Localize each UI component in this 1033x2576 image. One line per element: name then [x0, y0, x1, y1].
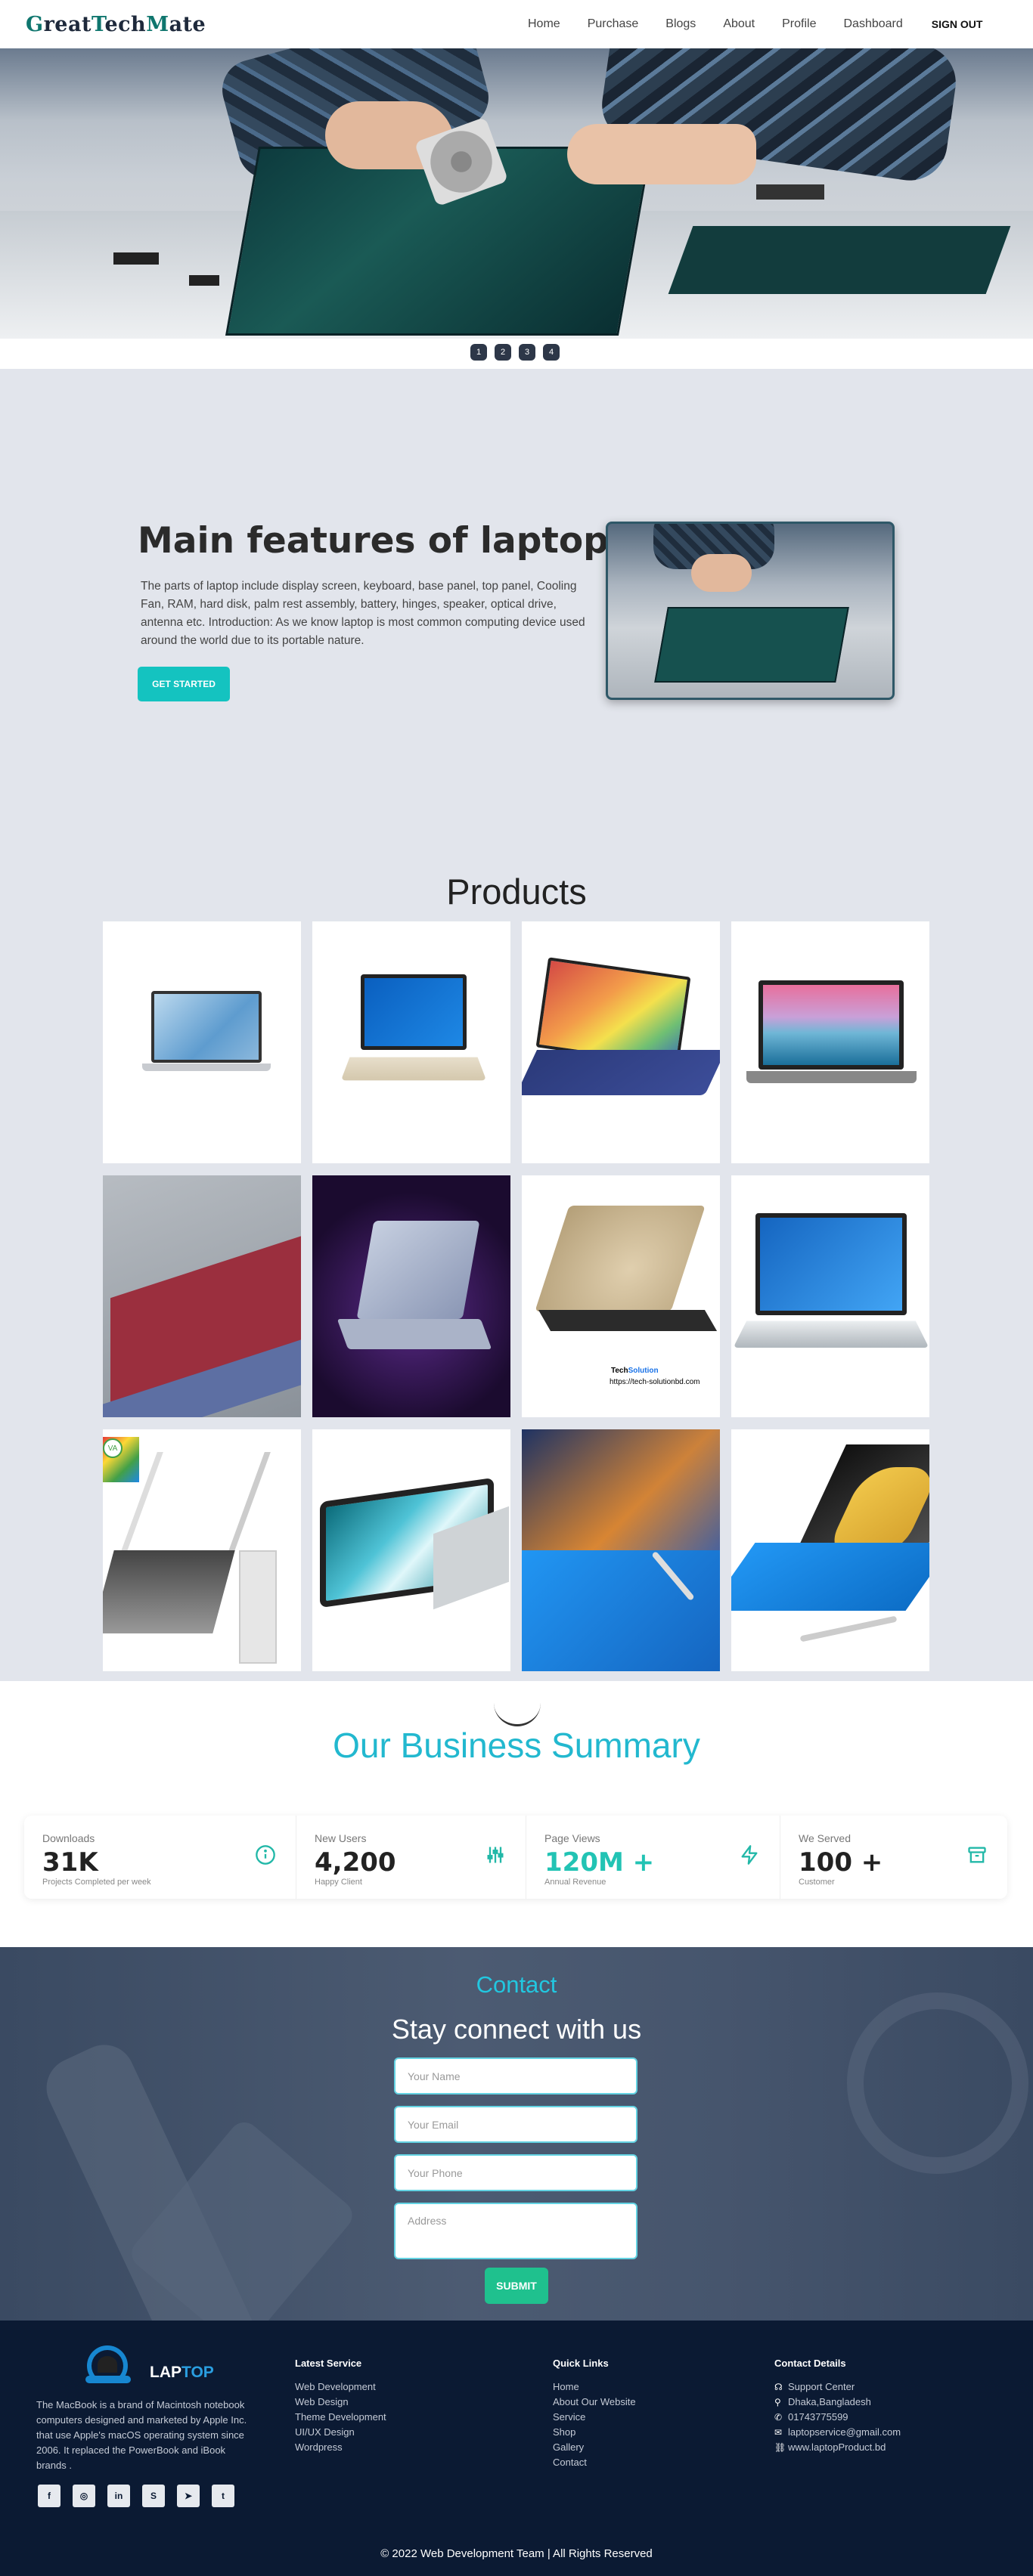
footer-service-link[interactable]: Web Design	[295, 2395, 386, 2410]
site-logo[interactable]: GreatTechMate	[26, 13, 206, 36]
footer-description: The MacBook is a brand of Macintosh note…	[36, 2399, 247, 2471]
info-icon	[255, 1844, 276, 1865]
mail-icon: ✉	[774, 2427, 783, 2438]
footer-service-link[interactable]: Theme Development	[295, 2410, 386, 2425]
nav-purchase[interactable]: Purchase	[588, 17, 639, 31]
nav-about[interactable]: About	[723, 17, 755, 31]
stats-panel: Downloads 31K Projects Completed per wee…	[24, 1816, 1007, 1899]
bolt-icon	[739, 1844, 760, 1865]
slide-dot[interactable]: 3	[519, 344, 535, 361]
instagram-icon[interactable]: ◎	[73, 2485, 95, 2507]
footer-service-link[interactable]: Wordpress	[295, 2440, 386, 2455]
linkedin-icon[interactable]: in	[107, 2485, 130, 2507]
nav-blogs[interactable]: Blogs	[665, 17, 696, 31]
submit-button[interactable]: SUBMIT	[485, 2268, 548, 2304]
contact-section: Contact Stay connect with us Your Name Y…	[0, 1947, 1033, 2321]
archive-icon	[966, 1844, 988, 1865]
slide-dot[interactable]: 2	[495, 344, 511, 361]
product-card[interactable]	[731, 1175, 929, 1417]
product-card[interactable]	[312, 1429, 510, 1671]
features-section: Main features of laptop The parts of lap…	[0, 369, 1033, 1681]
phone-input[interactable]: Your Phone	[394, 2154, 637, 2191]
stat-downloads: Downloads 31K Projects Completed per wee…	[24, 1816, 296, 1899]
navbar: GreatTechMate Home Purchase Blogs About …	[0, 0, 1033, 48]
slide-dot[interactable]: 4	[543, 344, 560, 361]
features-description: The parts of laptop include display scre…	[141, 580, 585, 647]
footer-contact-details: Contact Details ☊ Support Center ⚲ Dhaka,B…	[774, 2358, 901, 2455]
features-title: Main features of laptop	[138, 520, 609, 562]
features-image	[606, 522, 895, 700]
summary-decoration	[494, 1699, 541, 1726]
summary-title: Our Business Summary	[333, 1726, 700, 1765]
copyright: © 2022 Web Development Team | All Rights…	[380, 2547, 653, 2560]
footer-service-link[interactable]: Web Development	[295, 2379, 386, 2395]
get-started-button[interactable]: GET STARTED	[138, 667, 230, 701]
nav-menu: Home Purchase Blogs About Profile Dashbo…	[528, 0, 1010, 48]
social-links: f ◎ in S ➤ t	[38, 2485, 234, 2507]
nav-dashboard[interactable]: Dashboard	[843, 17, 902, 31]
contact-tag: Contact	[476, 1971, 557, 1998]
sliders-icon	[485, 1844, 506, 1865]
stat-page-views: Page Views 120M + Annual Revenue	[526, 1816, 780, 1899]
footer-quick-link[interactable]: Contact	[553, 2455, 636, 2470]
twitter-icon[interactable]: t	[212, 2485, 234, 2507]
product-card[interactable]	[312, 1175, 510, 1417]
footer-services: Latest Service Web Development Web Desig…	[295, 2358, 386, 2455]
footer-quick-link[interactable]: About Our Website	[553, 2395, 636, 2410]
hero-banner-image	[0, 48, 1033, 339]
watermark-logo-text: TechSolution	[611, 1367, 659, 1375]
address-textarea[interactable]: Address	[394, 2203, 637, 2259]
product-card[interactable]: VA	[103, 1429, 301, 1671]
footer-quick-link[interactable]: Service	[553, 2410, 636, 2425]
watermark-url: https://tech-solutionbd.com	[610, 1378, 700, 1386]
footer-quick-link[interactable]: Home	[553, 2379, 636, 2395]
link-icon: ⛓	[774, 2442, 786, 2453]
telegram-icon[interactable]: ➤	[177, 2485, 200, 2507]
footer-logo-icon	[84, 2345, 131, 2388]
nav-home[interactable]: Home	[528, 17, 560, 31]
footer-quick-link[interactable]: Shop	[553, 2425, 636, 2440]
stat-we-served: We Served 100 + Customer	[780, 1816, 1007, 1899]
product-card[interactable]	[522, 1429, 720, 1671]
facebook-icon[interactable]: f	[38, 2485, 60, 2507]
product-card[interactable]	[522, 921, 720, 1163]
contact-title: Stay connect with us	[391, 2014, 642, 2045]
email-input[interactable]: Your Email	[394, 2106, 637, 2143]
nav-profile[interactable]: Profile	[782, 17, 816, 31]
location-icon: ⚲	[774, 2397, 781, 2407]
footer-service-link[interactable]: UI/UX Design	[295, 2425, 386, 2440]
footer-quick-link[interactable]: Gallery	[553, 2440, 636, 2455]
product-card[interactable]	[731, 1429, 929, 1671]
slider-pagination: 1 2 3 4	[470, 344, 560, 361]
footer-brand: LAPTOP	[150, 2364, 214, 2381]
phone-icon: ✆	[774, 2412, 783, 2423]
products-title: Products	[446, 872, 587, 912]
headset-icon: ☊	[774, 2382, 783, 2392]
slide-dot[interactable]: 1	[470, 344, 487, 361]
footer-quick-links: Quick Links Home About Our Website Servi…	[553, 2358, 636, 2470]
product-card[interactable]	[103, 921, 301, 1163]
footer: LAPTOP The MacBook is a brand of Macinto…	[0, 2321, 1033, 2576]
product-card[interactable]: TechSolution https://tech-solutionbd.com	[522, 1175, 720, 1417]
stat-new-users: New Users 4,200 Happy Client	[296, 1816, 526, 1899]
product-grid: TechSolution https://tech-solutionbd.com…	[103, 921, 930, 1671]
product-card[interactable]	[103, 1175, 301, 1417]
signout-button[interactable]: SIGN OUT	[932, 18, 983, 30]
name-input[interactable]: Your Name	[394, 2057, 637, 2095]
product-card[interactable]	[731, 921, 929, 1163]
skype-icon[interactable]: S	[142, 2485, 165, 2507]
product-card[interactable]	[312, 921, 510, 1163]
